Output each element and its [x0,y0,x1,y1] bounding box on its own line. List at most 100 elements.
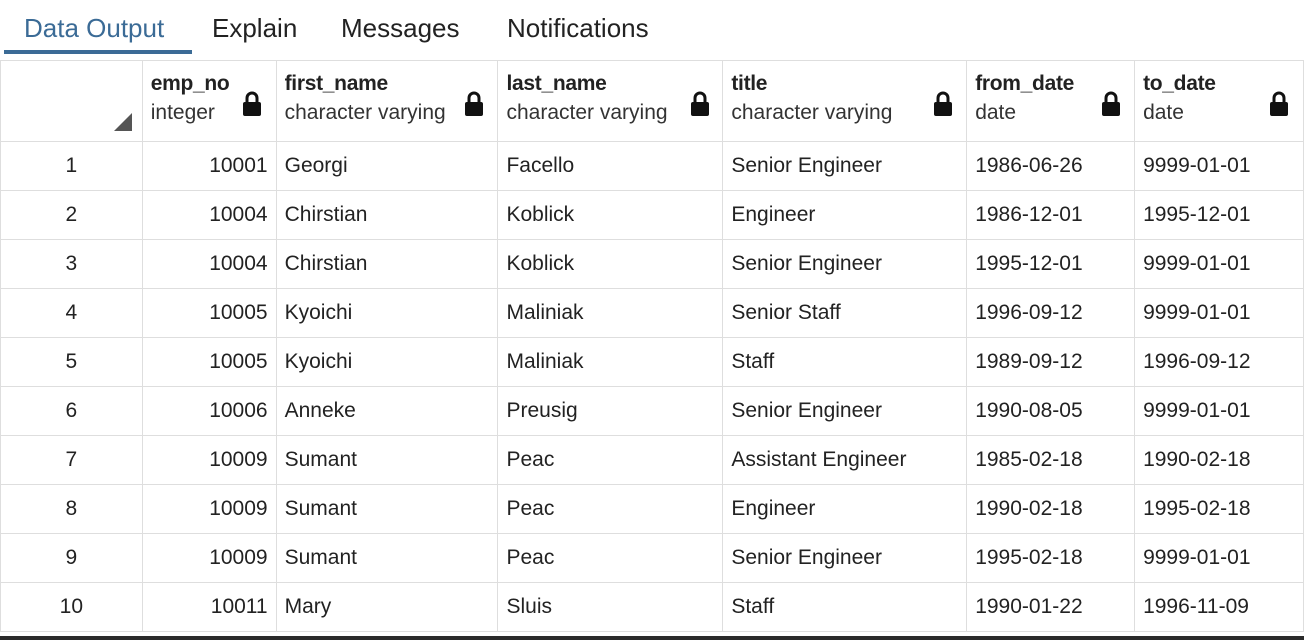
column-header-from-date[interactable]: from_date date [966,60,1136,142]
cell-title[interactable]: Assistant Engineer [722,435,968,485]
tab-data-output[interactable]: Data Output [4,0,192,54]
tab-explain[interactable]: Explain [212,0,297,58]
cell-emp-no[interactable]: 10009 [141,533,277,583]
cell-from-date[interactable]: 1986-06-26 [966,141,1136,191]
row-number[interactable]: 1 [0,141,143,191]
cell-title[interactable]: Senior Engineer [722,141,968,191]
cell-last-name[interactable]: Preusig [497,386,724,436]
cell-title[interactable]: Staff [722,582,968,632]
column-header-title[interactable]: title character varying [722,60,968,142]
cell-last-name[interactable]: Maliniak [497,337,724,387]
cell-first-name[interactable]: Kyoichi [275,337,499,387]
column-header-first-name[interactable]: first_name character varying [275,60,499,142]
cell-first-name[interactable]: Chirstian [275,190,499,240]
cell-emp-no[interactable]: 10004 [141,190,277,240]
cell-emp-no[interactable]: 10011 [141,582,277,632]
tab-messages[interactable]: Messages [341,0,460,58]
lock-icon [934,91,953,116]
row-number[interactable]: 9 [0,533,143,583]
column-type: character varying [731,101,893,124]
lock-icon [1102,91,1121,116]
cell-from-date[interactable]: 1990-08-05 [966,386,1136,436]
cell-emp-no[interactable]: 10009 [141,435,277,485]
table-row[interactable]: 8 10009 Sumant Peac Engineer 1990-02-18 … [0,484,1304,534]
cell-to-date[interactable]: 9999-01-01 [1134,533,1304,583]
header-row: emp_no integer first_name character vary… [0,60,1304,142]
table-row[interactable]: 6 10006 Anneke Preusig Senior Engineer 1… [0,386,1304,436]
column-header-to-date[interactable]: to_date date [1134,60,1304,142]
cell-title[interactable]: Staff [722,337,968,387]
cell-title[interactable]: Senior Engineer [722,386,968,436]
cell-to-date[interactable]: 9999-01-01 [1134,239,1304,289]
cell-from-date[interactable]: 1990-01-22 [966,582,1136,632]
cell-from-date[interactable]: 1995-12-01 [966,239,1136,289]
cell-last-name[interactable]: Peac [497,533,724,583]
cell-from-date[interactable]: 1995-02-18 [966,533,1136,583]
cell-last-name[interactable]: Maliniak [497,288,724,338]
cell-emp-no[interactable]: 10006 [141,386,277,436]
row-number[interactable]: 5 [0,337,143,387]
cell-first-name[interactable]: Sumant [275,435,499,485]
table-row[interactable]: 1 10001 Georgi Facello Senior Engineer 1… [0,141,1304,191]
cell-from-date[interactable]: 1985-02-18 [966,435,1136,485]
cell-last-name[interactable]: Koblick [497,190,724,240]
cell-emp-no[interactable]: 10009 [141,484,277,534]
lock-icon [464,91,483,116]
cell-title[interactable]: Senior Engineer [722,239,968,289]
cell-first-name[interactable]: Kyoichi [275,288,499,338]
row-number[interactable]: 10 [0,582,143,632]
cell-to-date[interactable]: 1990-02-18 [1134,435,1304,485]
table-row[interactable]: 4 10005 Kyoichi Maliniak Senior Staff 19… [0,288,1304,338]
cell-emp-no[interactable]: 10005 [141,337,277,387]
column-header-emp-no[interactable]: emp_no integer [141,60,277,142]
cell-from-date[interactable]: 1986-12-01 [966,190,1136,240]
column-name: last_name [506,72,607,95]
cell-first-name[interactable]: Sumant [275,484,499,534]
cell-to-date[interactable]: 1995-02-18 [1134,484,1304,534]
row-number[interactable]: 7 [0,435,143,485]
table-row[interactable]: 2 10004 Chirstian Koblick Engineer 1986-… [0,190,1304,240]
cell-first-name[interactable]: Anneke [275,386,499,436]
cell-emp-no[interactable]: 10005 [141,288,277,338]
cell-to-date[interactable]: 1995-12-01 [1134,190,1304,240]
cell-last-name[interactable]: Sluis [497,582,724,632]
cell-title[interactable]: Senior Staff [722,288,968,338]
cell-to-date[interactable]: 9999-01-01 [1134,288,1304,338]
cell-last-name[interactable]: Peac [497,484,724,534]
row-number[interactable]: 6 [0,386,143,436]
cell-title[interactable]: Senior Engineer [722,533,968,583]
cell-title[interactable]: Engineer [722,484,968,534]
table-row[interactable]: 3 10004 Chirstian Koblick Senior Enginee… [0,239,1304,289]
column-name: title [731,72,768,95]
cell-from-date[interactable]: 1990-02-18 [966,484,1136,534]
select-all-icon [113,113,132,131]
table-row[interactable]: 9 10009 Sumant Peac Senior Engineer 1995… [0,533,1304,583]
cell-first-name[interactable]: Chirstian [275,239,499,289]
table-row[interactable]: 10 10011 Mary Sluis Staff 1990-01-22 199… [0,582,1304,632]
row-number[interactable]: 8 [0,484,143,534]
row-number[interactable]: 4 [0,288,143,338]
results-tab-bar: Data Output Explain Messages Notificatio… [0,0,1304,60]
cell-last-name[interactable]: Facello [497,141,724,191]
select-all-corner[interactable] [0,60,143,142]
cell-first-name[interactable]: Sumant [275,533,499,583]
cell-from-date[interactable]: 1996-09-12 [966,288,1136,338]
cell-last-name[interactable]: Peac [497,435,724,485]
cell-to-date[interactable]: 9999-01-01 [1134,386,1304,436]
table-row[interactable]: 5 10005 Kyoichi Maliniak Staff 1989-09-1… [0,337,1304,387]
cell-to-date[interactable]: 9999-01-01 [1134,141,1304,191]
tab-notifications[interactable]: Notifications [507,0,649,58]
cell-first-name[interactable]: Mary [275,582,499,632]
cell-emp-no[interactable]: 10001 [141,141,277,191]
row-number[interactable]: 2 [0,190,143,240]
cell-from-date[interactable]: 1989-09-12 [966,337,1136,387]
cell-title[interactable]: Engineer [722,190,968,240]
column-header-last-name[interactable]: last_name character varying [497,60,724,142]
cell-last-name[interactable]: Koblick [497,239,724,289]
cell-to-date[interactable]: 1996-09-12 [1134,337,1304,387]
cell-first-name[interactable]: Georgi [275,141,499,191]
cell-emp-no[interactable]: 10004 [141,239,277,289]
row-number[interactable]: 3 [0,239,143,289]
cell-to-date[interactable]: 1996-11-09 [1134,582,1304,632]
table-row[interactable]: 7 10009 Sumant Peac Assistant Engineer 1… [0,435,1304,485]
